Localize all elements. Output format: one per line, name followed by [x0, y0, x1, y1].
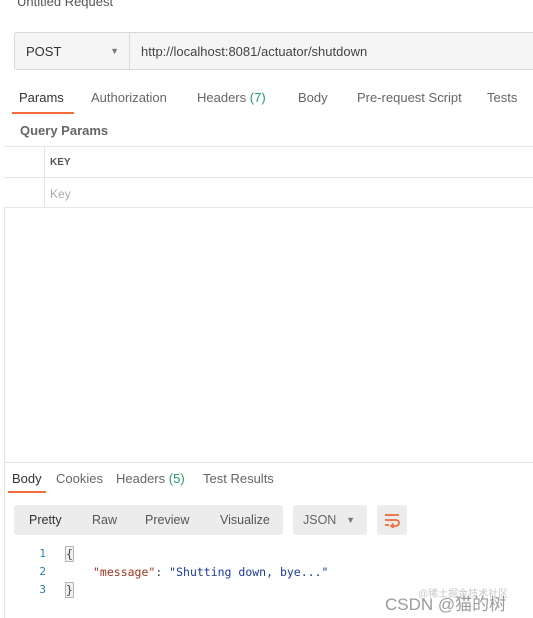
- tab-tests[interactable]: Tests: [487, 90, 517, 105]
- response-tab-cookies[interactable]: Cookies: [56, 471, 103, 486]
- code-line: 2 "message": "Shutting down, bye...": [14, 563, 328, 581]
- table-header-row: KEY: [4, 146, 533, 177]
- tab-headers-label: Headers: [197, 90, 247, 105]
- response-headers-count: (5): [168, 471, 185, 486]
- chevron-down-icon: ▼: [346, 515, 355, 525]
- json-close-brace: }: [65, 582, 74, 598]
- active-tab-indicator: [12, 112, 74, 114]
- headers-count: (7): [249, 90, 266, 105]
- request-title: Untitled Request: [17, 0, 114, 9]
- key-input[interactable]: Key: [50, 187, 71, 201]
- json-key: "message": [93, 565, 156, 579]
- panel-border: [4, 208, 5, 618]
- key-column-header: KEY: [50, 157, 71, 168]
- url-bar: POST ▼ http://localhost:8081/actuator/sh…: [14, 32, 533, 70]
- response-body-editor[interactable]: 1 { 2 "message": "Shutting down, bye..."…: [14, 545, 328, 599]
- format-preview-button[interactable]: Preview: [145, 513, 189, 527]
- chevron-down-icon: ▼: [110, 46, 119, 56]
- tab-authorization[interactable]: Authorization: [91, 90, 167, 105]
- table-row: Key: [4, 177, 533, 208]
- response-tab-headers[interactable]: Headers (5): [116, 471, 185, 486]
- query-params-table: KEY Key: [4, 146, 533, 208]
- tab-params[interactable]: Params: [19, 90, 64, 105]
- column-divider: [44, 178, 45, 207]
- query-params-label: Query Params: [20, 123, 109, 138]
- wrap-lines-button[interactable]: [377, 505, 407, 535]
- tab-body[interactable]: Body: [298, 90, 328, 105]
- response-tab-test-results[interactable]: Test Results: [203, 471, 274, 486]
- format-raw-button[interactable]: Raw: [92, 513, 117, 527]
- tab-headers[interactable]: Headers (7): [197, 90, 266, 105]
- response-tab-headers-label: Headers: [116, 471, 166, 486]
- method-label: POST: [26, 43, 62, 59]
- column-divider: [44, 147, 45, 177]
- watermark: CSDN @猫的树: [385, 595, 507, 614]
- json-open-brace: {: [65, 546, 74, 562]
- json-colon: :: [155, 565, 170, 579]
- format-visualize-button[interactable]: Visualize: [220, 513, 270, 527]
- method-select[interactable]: POST ▼: [15, 33, 130, 69]
- format-toggle-group: Pretty Raw Preview Visualize: [14, 505, 283, 535]
- format-pretty-button[interactable]: Pretty: [29, 513, 62, 527]
- line-number: 2: [39, 565, 46, 578]
- json-string-value: "Shutting down, bye...": [169, 565, 329, 579]
- code-line: 1 {: [14, 545, 74, 563]
- request-tabs: Params Authorization Headers (7) Body Pr…: [6, 82, 533, 114]
- line-number: 3: [39, 583, 46, 596]
- url-input[interactable]: http://localhost:8081/actuator/shutdown: [130, 44, 367, 59]
- active-response-tab-indicator: [8, 491, 46, 493]
- line-number: 1: [39, 547, 46, 560]
- wrap-lines-icon: [385, 514, 400, 528]
- code-line: 3 }: [14, 581, 74, 599]
- tab-prerequest-script[interactable]: Pre-request Script: [357, 90, 462, 105]
- response-tabs: Body Cookies Headers (5) Test Results: [4, 463, 533, 493]
- language-label: JSON: [303, 513, 337, 527]
- language-select[interactable]: JSON ▼: [293, 505, 367, 535]
- response-tab-body[interactable]: Body: [12, 471, 42, 486]
